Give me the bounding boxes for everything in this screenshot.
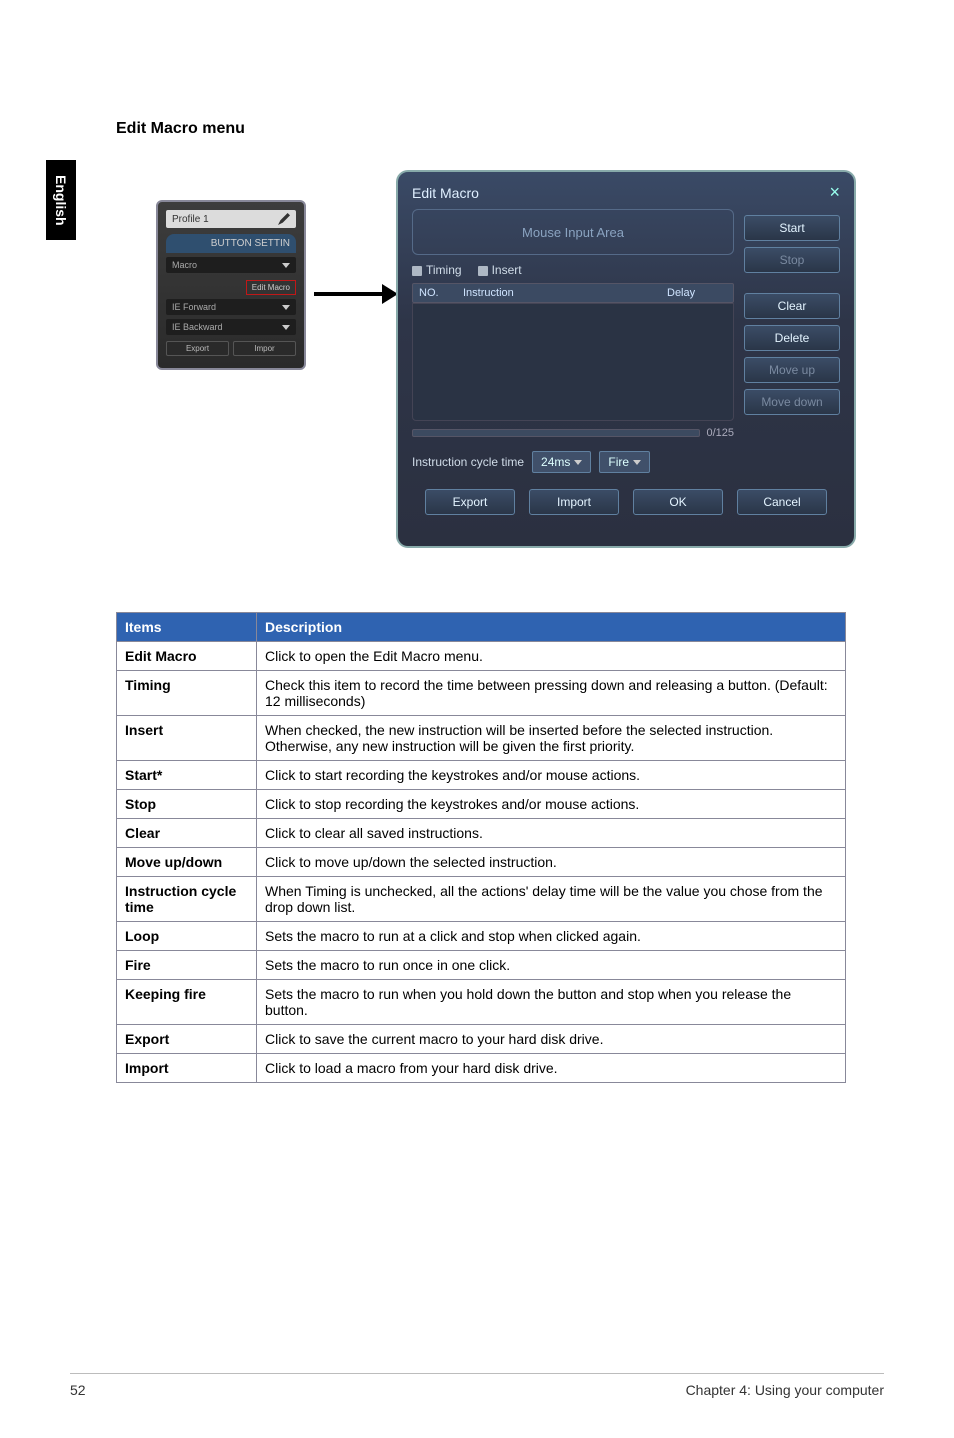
edit-macro-dialog: Edit Macro × Mouse Input Area Timing Ins… (396, 170, 856, 548)
item-desc: Sets the macro to run when you hold down… (257, 980, 846, 1025)
item-label: Insert (117, 716, 257, 761)
table-row: StopClick to stop recording the keystrok… (117, 790, 846, 819)
chevron-down-icon (282, 263, 290, 268)
item-desc: Click to move up/down the selected instr… (257, 848, 846, 877)
table-row: Move up/downClick to move up/down the se… (117, 848, 846, 877)
mini-export-button[interactable]: Export (166, 341, 229, 356)
arrow-icon (314, 292, 384, 296)
item-desc: Click to open the Edit Macro menu. (257, 642, 846, 671)
table-head-description: Description (257, 613, 846, 642)
ie-forward-row[interactable]: IE Forward (166, 299, 296, 315)
button-settings-header: BUTTON SETTIN (166, 234, 296, 253)
item-label: Start* (117, 761, 257, 790)
insert-checkbox[interactable]: Insert (478, 263, 522, 277)
table-row: InsertWhen checked, the new instruction … (117, 716, 846, 761)
item-label: Fire (117, 951, 257, 980)
chevron-down-icon (282, 325, 290, 330)
chapter-label: Chapter 4: Using your computer (686, 1382, 884, 1398)
table-row: ExportClick to save the current macro to… (117, 1025, 846, 1054)
move-up-button[interactable]: Move up (744, 357, 840, 383)
items-description-table: Items Description Edit MacroClick to ope… (116, 612, 846, 1083)
start-button[interactable]: Start (744, 215, 840, 241)
item-label: Stop (117, 790, 257, 819)
table-head-items: Items (117, 613, 257, 642)
table-row: LoopSets the macro to run at a click and… (117, 922, 846, 951)
item-desc: Click to load a macro from your hard dis… (257, 1054, 846, 1083)
cancel-button[interactable]: Cancel (737, 489, 827, 515)
item-desc: Sets the macro to run at a click and sto… (257, 922, 846, 951)
chevron-down-icon (574, 460, 582, 465)
export-button[interactable]: Export (425, 489, 515, 515)
ie-forward-label: IE Forward (172, 302, 216, 312)
fire-mode-value: Fire (608, 455, 629, 469)
item-desc: When checked, the new instruction will b… (257, 716, 846, 761)
item-label: Import (117, 1054, 257, 1083)
item-label: Instruction cycle time (117, 877, 257, 922)
ie-backward-label: IE Backward (172, 322, 223, 332)
table-row: ImportClick to load a macro from your ha… (117, 1054, 846, 1083)
delete-button[interactable]: Delete (744, 325, 840, 351)
table-row: Instruction cycle timeWhen Timing is unc… (117, 877, 846, 922)
cycle-time-select[interactable]: 24ms (532, 451, 591, 473)
move-down-button[interactable]: Move down (744, 389, 840, 415)
item-desc: Click to start recording the keystrokes … (257, 761, 846, 790)
chevron-down-icon (282, 305, 290, 310)
item-desc: When Timing is unchecked, all the action… (257, 877, 846, 922)
footer-divider (70, 1373, 884, 1374)
clear-button[interactable]: Clear (744, 293, 840, 319)
profile-label: Profile 1 (172, 214, 209, 225)
ie-backward-row[interactable]: IE Backward (166, 319, 296, 335)
instruction-list-header: NO. Instruction Delay (412, 283, 734, 303)
fire-mode-select[interactable]: Fire (599, 451, 650, 473)
table-row: FireSets the macro to run once in one cl… (117, 951, 846, 980)
col-no: NO. (419, 287, 463, 299)
macro-label: Macro (172, 260, 197, 270)
item-label: Export (117, 1025, 257, 1054)
mini-panel: Profile 1 BUTTON SETTIN Macro Edit Macro… (156, 200, 306, 370)
item-desc: Click to save the current macro to your … (257, 1025, 846, 1054)
instruction-count: 0/125 (706, 427, 734, 439)
cycle-time-value: 24ms (541, 455, 570, 469)
chevron-down-icon (633, 460, 641, 465)
instruction-progress (412, 429, 700, 437)
col-instruction: Instruction (463, 287, 667, 299)
timing-checkbox[interactable]: Timing (412, 263, 462, 277)
item-label: Edit Macro (117, 642, 257, 671)
item-label: Timing (117, 671, 257, 716)
item-label: Loop (117, 922, 257, 951)
item-label: Clear (117, 819, 257, 848)
mini-import-button[interactable]: Impor (233, 341, 296, 356)
close-icon[interactable]: × (829, 182, 840, 203)
table-row: Keeping fireSets the macro to run when y… (117, 980, 846, 1025)
ok-button[interactable]: OK (633, 489, 723, 515)
pencil-icon (278, 213, 290, 225)
mouse-input-area[interactable]: Mouse Input Area (412, 209, 734, 255)
item-desc: Check this item to record the time betwe… (257, 671, 846, 716)
section-title: Edit Macro menu (116, 120, 245, 138)
edit-macro-subbutton[interactable]: Edit Macro (246, 280, 296, 295)
item-desc: Click to clear all saved instructions. (257, 819, 846, 848)
col-delay: Delay (667, 287, 727, 299)
table-row: Edit MacroClick to open the Edit Macro m… (117, 642, 846, 671)
item-desc: Click to stop recording the keystrokes a… (257, 790, 846, 819)
item-label: Move up/down (117, 848, 257, 877)
table-row: ClearClick to clear all saved instructio… (117, 819, 846, 848)
import-button[interactable]: Import (529, 489, 619, 515)
item-desc: Sets the macro to run once in one click. (257, 951, 846, 980)
profile-row[interactable]: Profile 1 (166, 210, 296, 228)
cycle-time-label: Instruction cycle time (412, 455, 524, 469)
language-tab: English (46, 160, 76, 240)
item-label: Keeping fire (117, 980, 257, 1025)
figure-edit-macro: Profile 1 BUTTON SETTIN Macro Edit Macro… (116, 170, 846, 550)
page-number: 52 (70, 1382, 86, 1398)
table-row: Start*Click to start recording the keyst… (117, 761, 846, 790)
macro-row[interactable]: Macro (166, 257, 296, 273)
stop-button[interactable]: Stop (744, 247, 840, 273)
instruction-list[interactable] (412, 303, 734, 421)
dialog-title: Edit Macro (412, 185, 479, 201)
table-row: TimingCheck this item to record the time… (117, 671, 846, 716)
